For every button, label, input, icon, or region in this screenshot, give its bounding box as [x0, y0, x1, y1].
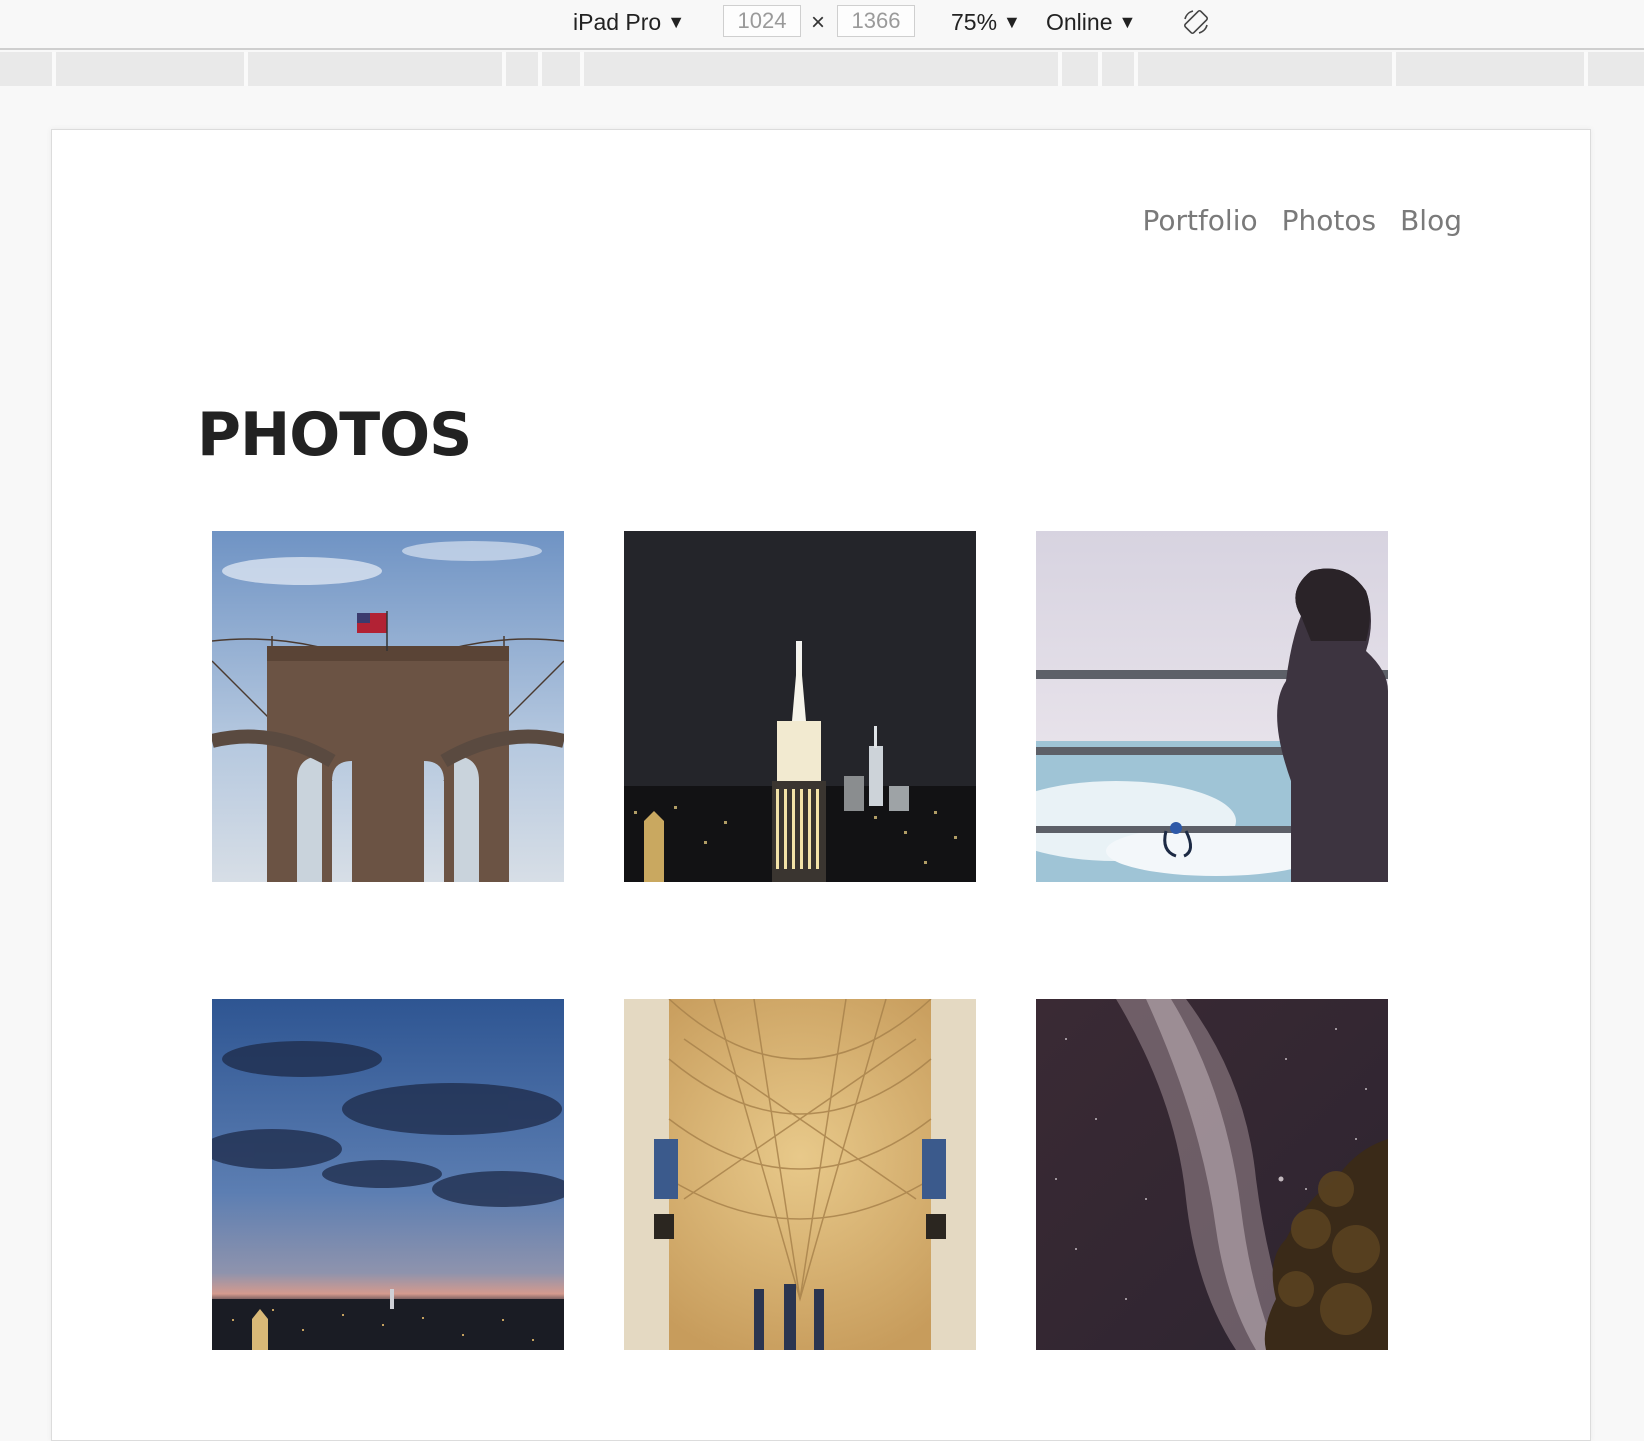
ruler-divider	[580, 52, 584, 86]
media-query-bar[interactable]	[0, 52, 1644, 86]
milky-way-photo[interactable]	[1036, 999, 1388, 1350]
brooklyn-bridge-photo[interactable]	[212, 531, 564, 882]
device-select[interactable]: iPad Pro ▼	[573, 7, 685, 37]
ruler-divider	[52, 52, 56, 86]
ruler-divider	[1098, 52, 1102, 86]
device-viewport: Portfolio Photos Blog PHOTOS	[51, 129, 1591, 1441]
ruler-divider	[244, 52, 248, 86]
person-at-railing-photo[interactable]	[1036, 531, 1388, 882]
nav-link-photos[interactable]: Photos	[1282, 204, 1376, 237]
zoom-select[interactable]: 75% ▼	[951, 7, 1021, 37]
empire-state-night-photo[interactable]	[624, 531, 976, 882]
network-select[interactable]: Online ▼	[1046, 7, 1136, 37]
cathedral-ceiling-photo[interactable]	[624, 999, 976, 1350]
ruler-divider	[1584, 52, 1588, 86]
ruler-divider	[538, 52, 542, 86]
chevron-down-icon: ▼	[1003, 12, 1021, 32]
ruler-divider	[502, 52, 506, 86]
network-label: Online	[1046, 9, 1113, 35]
device-label: iPad Pro	[573, 9, 662, 35]
chevron-down-icon: ▼	[1118, 12, 1137, 32]
chevron-down-icon: ▼	[667, 12, 686, 32]
height-input[interactable]	[837, 5, 915, 37]
site-nav: Portfolio Photos Blog	[1142, 204, 1462, 237]
zoom-label: 75%	[951, 9, 998, 35]
times-icon: ×	[811, 9, 826, 36]
city-dusk-skyline-photo[interactable]	[212, 999, 564, 1350]
ruler-divider	[1134, 52, 1138, 86]
rotate-device-icon[interactable]	[1181, 7, 1211, 37]
width-input[interactable]	[723, 5, 801, 37]
ruler-divider	[1392, 52, 1396, 86]
page-title: PHOTOS	[197, 400, 472, 470]
nav-link-blog[interactable]: Blog	[1400, 204, 1462, 237]
ruler-divider	[1058, 52, 1062, 86]
device-toolbar: iPad Pro▼ × 75%▼ Online▼	[0, 0, 1644, 50]
nav-link-portfolio[interactable]: Portfolio	[1142, 204, 1257, 237]
